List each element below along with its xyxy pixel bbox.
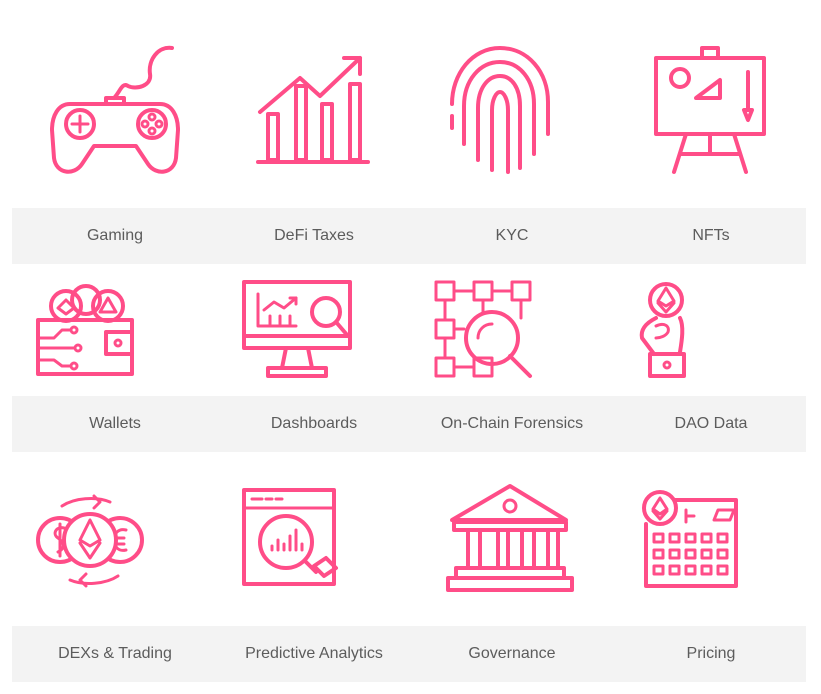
fingerprint-icon[interactable] xyxy=(448,44,552,176)
category-label: DAO Data xyxy=(674,415,748,432)
analytics-magnifier-icon[interactable] xyxy=(242,488,342,588)
easel-art-icon[interactable] xyxy=(652,44,768,176)
blockchain-search-icon[interactable] xyxy=(432,278,536,382)
gamepad-icon[interactable] xyxy=(48,45,184,178)
category-label: Governance xyxy=(468,645,556,662)
category-label: KYC xyxy=(495,227,529,244)
coin-exchange-icon[interactable] xyxy=(34,492,146,590)
monitor-analytics-icon[interactable] xyxy=(240,280,354,380)
category-label: Predictive Analytics xyxy=(245,645,383,662)
ethereum-calculator-icon[interactable] xyxy=(640,488,740,590)
category-label: Wallets xyxy=(89,415,141,432)
category-label: Gaming xyxy=(86,227,144,244)
category-label: Dashboards xyxy=(270,415,358,432)
government-building-icon[interactable] xyxy=(446,482,574,594)
category-label: NFTs xyxy=(692,227,730,244)
category-label: DEXs & Trading xyxy=(58,645,172,662)
category-label: On-Chain Forensics xyxy=(440,415,584,432)
hand-ethereum-icon[interactable] xyxy=(636,282,696,380)
category-label: Pricing xyxy=(686,645,736,662)
bar-chart-growth-icon[interactable] xyxy=(256,54,370,166)
category-label: DeFi Taxes xyxy=(274,227,354,244)
crypto-wallet-icon[interactable] xyxy=(34,284,136,378)
